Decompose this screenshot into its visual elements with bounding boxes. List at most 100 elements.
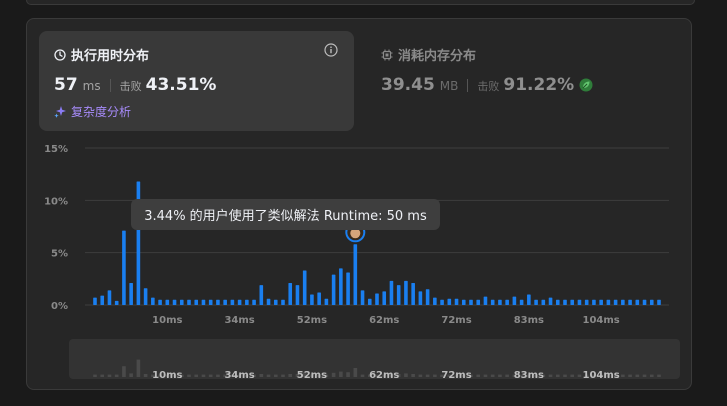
bar[interactable] — [122, 230, 126, 305]
bar[interactable] — [599, 299, 603, 305]
bar[interactable] — [208, 299, 213, 305]
y-tick-label: 15% — [44, 144, 68, 155]
bar[interactable] — [302, 270, 307, 305]
mini-bar — [404, 373, 408, 377]
mini-bar — [476, 374, 481, 377]
bar[interactable] — [577, 299, 582, 305]
bar[interactable] — [418, 291, 423, 305]
bar[interactable] — [404, 280, 408, 305]
bar[interactable] — [288, 283, 293, 305]
bar[interactable] — [114, 300, 119, 305]
bar[interactable] — [237, 299, 242, 305]
bar[interactable] — [592, 299, 596, 305]
bar[interactable] — [476, 299, 481, 305]
bar[interactable] — [129, 283, 133, 305]
bar[interactable] — [649, 299, 654, 305]
mini-bar — [490, 374, 495, 377]
bar[interactable] — [570, 299, 575, 305]
bar[interactable] — [245, 299, 249, 305]
bar[interactable] — [310, 294, 314, 305]
bar[interactable] — [389, 280, 394, 305]
bar[interactable] — [425, 289, 430, 305]
bar[interactable] — [606, 299, 611, 305]
bar[interactable] — [187, 299, 191, 305]
bar[interactable] — [411, 283, 415, 305]
bar[interactable] — [483, 296, 488, 305]
range-tick-label: 72ms — [441, 370, 471, 381]
bar[interactable] — [527, 294, 531, 305]
bar[interactable] — [555, 299, 560, 305]
bar[interactable] — [165, 299, 170, 305]
bar[interactable] — [548, 297, 553, 305]
mini-bar — [194, 374, 199, 377]
chart-tooltip: 3.44% 的用户使用了类似解法 Runtime: 50 ms — [131, 199, 440, 230]
bar[interactable] — [273, 299, 278, 305]
bar[interactable] — [353, 244, 358, 305]
bar[interactable] — [317, 292, 321, 305]
bar[interactable] — [324, 298, 329, 305]
mini-bar — [628, 374, 632, 377]
bar[interactable] — [519, 299, 524, 305]
bar[interactable] — [172, 299, 177, 305]
bar[interactable] — [346, 272, 350, 305]
bar[interactable] — [375, 293, 379, 305]
x-tick-label: 34ms — [224, 315, 254, 326]
bar[interactable] — [541, 299, 546, 305]
bar[interactable] — [440, 299, 444, 305]
bar[interactable] — [143, 288, 148, 305]
bar[interactable] — [194, 299, 199, 305]
bar[interactable] — [505, 299, 509, 305]
bar[interactable] — [179, 299, 184, 305]
bar[interactable] — [223, 299, 227, 305]
bar[interactable] — [382, 291, 387, 305]
bar[interactable] — [93, 297, 97, 305]
bar[interactable] — [100, 295, 105, 305]
bar[interactable] — [628, 299, 632, 305]
bar[interactable] — [339, 268, 343, 305]
bar[interactable] — [360, 290, 365, 305]
bar[interactable] — [396, 285, 401, 305]
mini-bar — [93, 374, 97, 377]
bar[interactable] — [281, 299, 285, 305]
y-tick-label: 5% — [51, 249, 68, 260]
range-tick-label: 104ms — [583, 370, 620, 381]
bar[interactable] — [216, 299, 220, 305]
range-tick-label: 10ms — [152, 370, 182, 381]
bar[interactable] — [151, 297, 155, 305]
bar[interactable] — [230, 299, 235, 305]
bar[interactable] — [331, 274, 336, 305]
bar[interactable] — [490, 299, 495, 305]
bar[interactable] — [563, 299, 567, 305]
bar[interactable] — [295, 285, 300, 305]
bar[interactable] — [158, 299, 162, 305]
bar[interactable] — [367, 298, 372, 305]
x-tick-label: 52ms — [297, 315, 327, 326]
mini-bar — [483, 374, 488, 377]
mini-bar — [577, 374, 582, 377]
bar[interactable] — [642, 299, 647, 305]
bar[interactable] — [201, 299, 206, 305]
bar[interactable] — [512, 296, 517, 305]
bar[interactable] — [433, 297, 437, 305]
bar[interactable] — [454, 298, 459, 305]
bar[interactable] — [621, 299, 625, 305]
bar[interactable] — [635, 299, 640, 305]
tooltip-text: 3.44% 的用户使用了类似解法 Runtime: 50 ms — [144, 209, 427, 224]
mini-bar — [635, 374, 640, 377]
bar[interactable] — [657, 299, 661, 305]
mini-bar — [555, 374, 560, 377]
bar[interactable] — [498, 299, 502, 305]
bar[interactable] — [266, 298, 271, 305]
mini-bar — [339, 371, 343, 377]
bar[interactable] — [107, 290, 112, 305]
bar[interactable] — [252, 299, 256, 305]
bar[interactable] — [461, 299, 466, 305]
bar[interactable] — [613, 299, 618, 305]
bar[interactable] — [259, 285, 264, 305]
bar[interactable] — [469, 299, 473, 305]
bar[interactable] — [447, 298, 452, 305]
mini-bar — [425, 374, 430, 377]
mini-bar — [114, 374, 119, 377]
bar[interactable] — [534, 299, 538, 305]
bar[interactable] — [584, 299, 589, 305]
